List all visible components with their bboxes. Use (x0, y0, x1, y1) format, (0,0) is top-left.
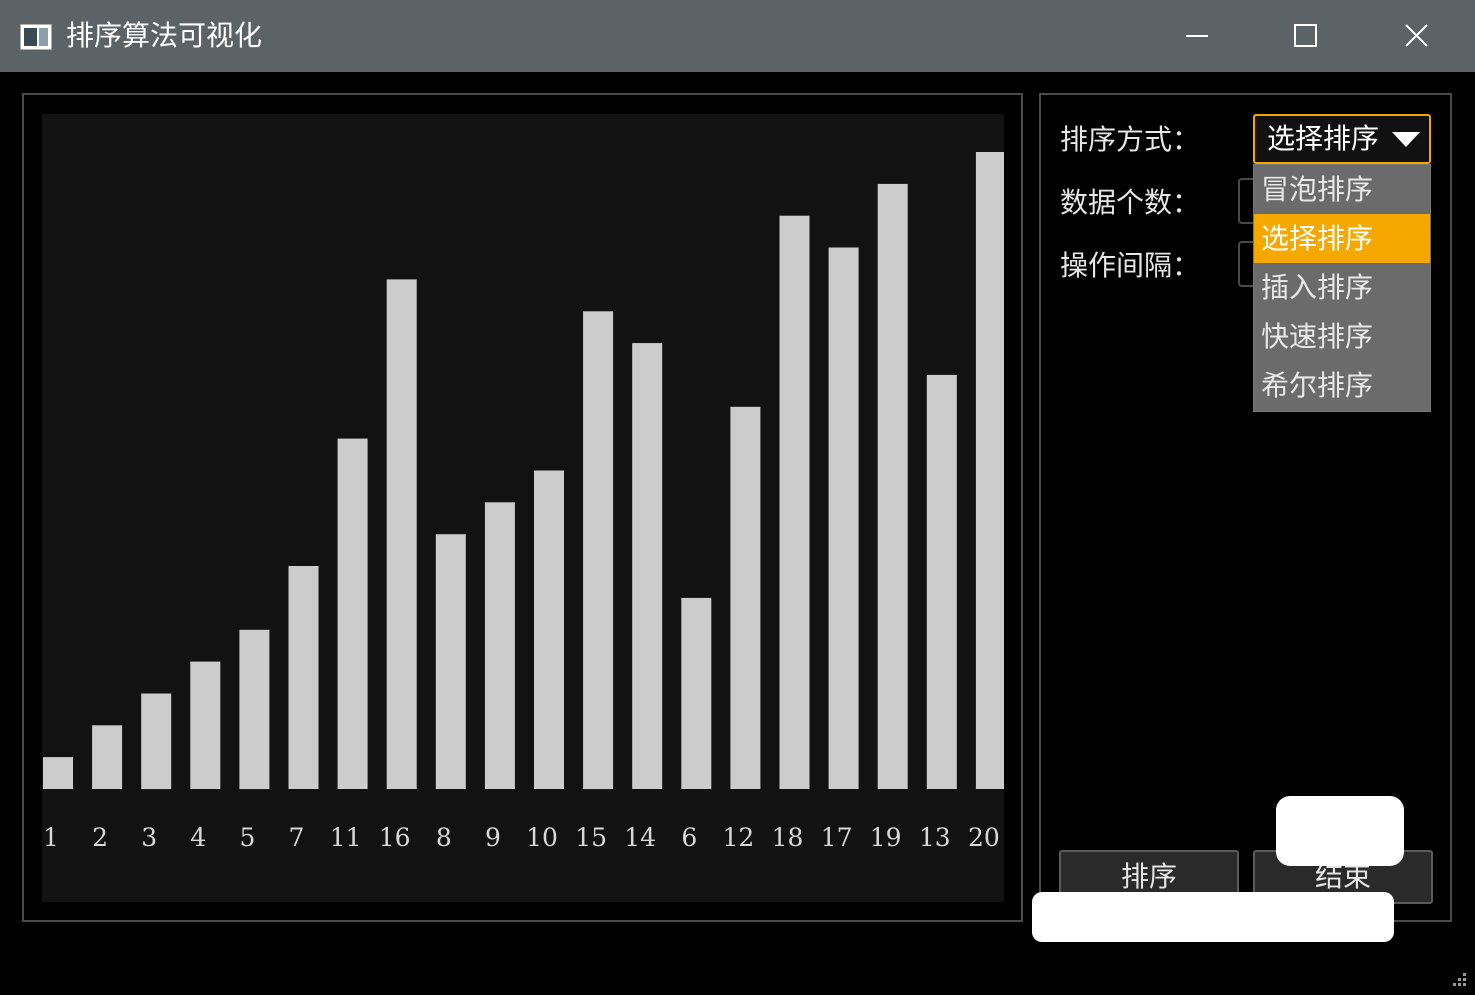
app-window: 排序算法可视化 1 2 3 4 5 7 11 16 8 9 10 15 14 6 12 18 17 19 13 20 … (0, 0, 1475, 995)
bar-16 (386, 279, 417, 789)
bar-label: 17 (821, 823, 853, 852)
bar-7 (288, 566, 319, 789)
minimize-button[interactable] (1168, 14, 1228, 58)
bar-label: 10 (526, 823, 558, 852)
bar-label: 12 (722, 823, 754, 852)
close-icon (1405, 24, 1428, 47)
close-button[interactable] (1386, 14, 1446, 58)
bar-label: 4 (190, 823, 206, 852)
bar-label: 13 (919, 823, 951, 852)
bar-15 (583, 311, 614, 790)
sort-method-value: 选择排序 (1267, 122, 1380, 155)
redaction-patch (1032, 892, 1394, 942)
bar-label: 1 (43, 823, 59, 852)
bar-label: 9 (485, 823, 501, 852)
bar-13 (926, 374, 957, 789)
dropdown-option-bubble-sort[interactable]: 冒泡排序 (1254, 165, 1430, 214)
bar-label: 20 (968, 823, 1000, 852)
interval-label: 操作间隔： (1060, 249, 1201, 282)
resize-grip-icon[interactable] (1449, 969, 1469, 989)
app-icon (20, 24, 52, 50)
bar-19 (877, 183, 908, 789)
title-bar[interactable]: 排序算法可视化 (0, 0, 1475, 72)
bar-label: 18 (772, 823, 804, 852)
minimize-icon (1186, 35, 1208, 37)
maximize-button[interactable] (1276, 14, 1336, 58)
bar-label: 11 (330, 823, 362, 852)
sort-method-select[interactable]: 选择排序 (1253, 114, 1431, 164)
bar-chart: 1 2 3 4 5 7 11 16 8 9 10 15 14 6 12 18 17 19 13 20 (43, 152, 1004, 852)
bar-2 (92, 725, 123, 789)
dropdown-option-insertion-sort[interactable]: 插入排序 (1254, 263, 1430, 312)
bar-3 (141, 693, 172, 790)
bar-6 (681, 597, 712, 789)
bar-label: 5 (239, 823, 255, 852)
sort-method-dropdown: 冒泡排序 选择排序 插入排序 快速排序 希尔排序 (1253, 164, 1431, 412)
sort-method-label: 排序方式： (1060, 123, 1201, 156)
maximize-icon (1294, 24, 1317, 47)
bar-label: 8 (436, 823, 452, 852)
dropdown-option-selection-sort[interactable]: 选择排序 (1254, 214, 1430, 263)
window-title: 排序算法可视化 (66, 19, 263, 52)
bar-label: 3 (141, 823, 157, 852)
data-count-label: 数据个数： (1060, 186, 1201, 219)
chevron-down-icon (1392, 132, 1420, 147)
dropdown-option-quick-sort[interactable]: 快速排序 (1254, 312, 1430, 361)
bar-label: 2 (92, 823, 108, 852)
bar-4 (190, 661, 221, 789)
bar-label: 6 (681, 823, 697, 852)
bar-14 (632, 343, 663, 789)
bar-label: 16 (379, 823, 411, 852)
bar-8 (435, 534, 466, 789)
bar-5 (239, 629, 270, 790)
bar-1 (43, 757, 73, 789)
bar-10 (534, 470, 564, 789)
bar-17 (828, 247, 859, 789)
bar-label: 14 (624, 823, 656, 852)
bar-9 (484, 502, 515, 789)
bar-18 (779, 215, 810, 789)
dropdown-option-shell-sort[interactable]: 希尔排序 (1254, 361, 1430, 410)
bar-label: 7 (289, 823, 305, 852)
bar-label: 15 (575, 823, 607, 852)
bar-12 (730, 406, 761, 789)
redaction-patch (1276, 796, 1404, 866)
bar-label: 19 (870, 823, 902, 852)
bar-20 (975, 152, 1004, 789)
bar-11 (337, 438, 368, 789)
